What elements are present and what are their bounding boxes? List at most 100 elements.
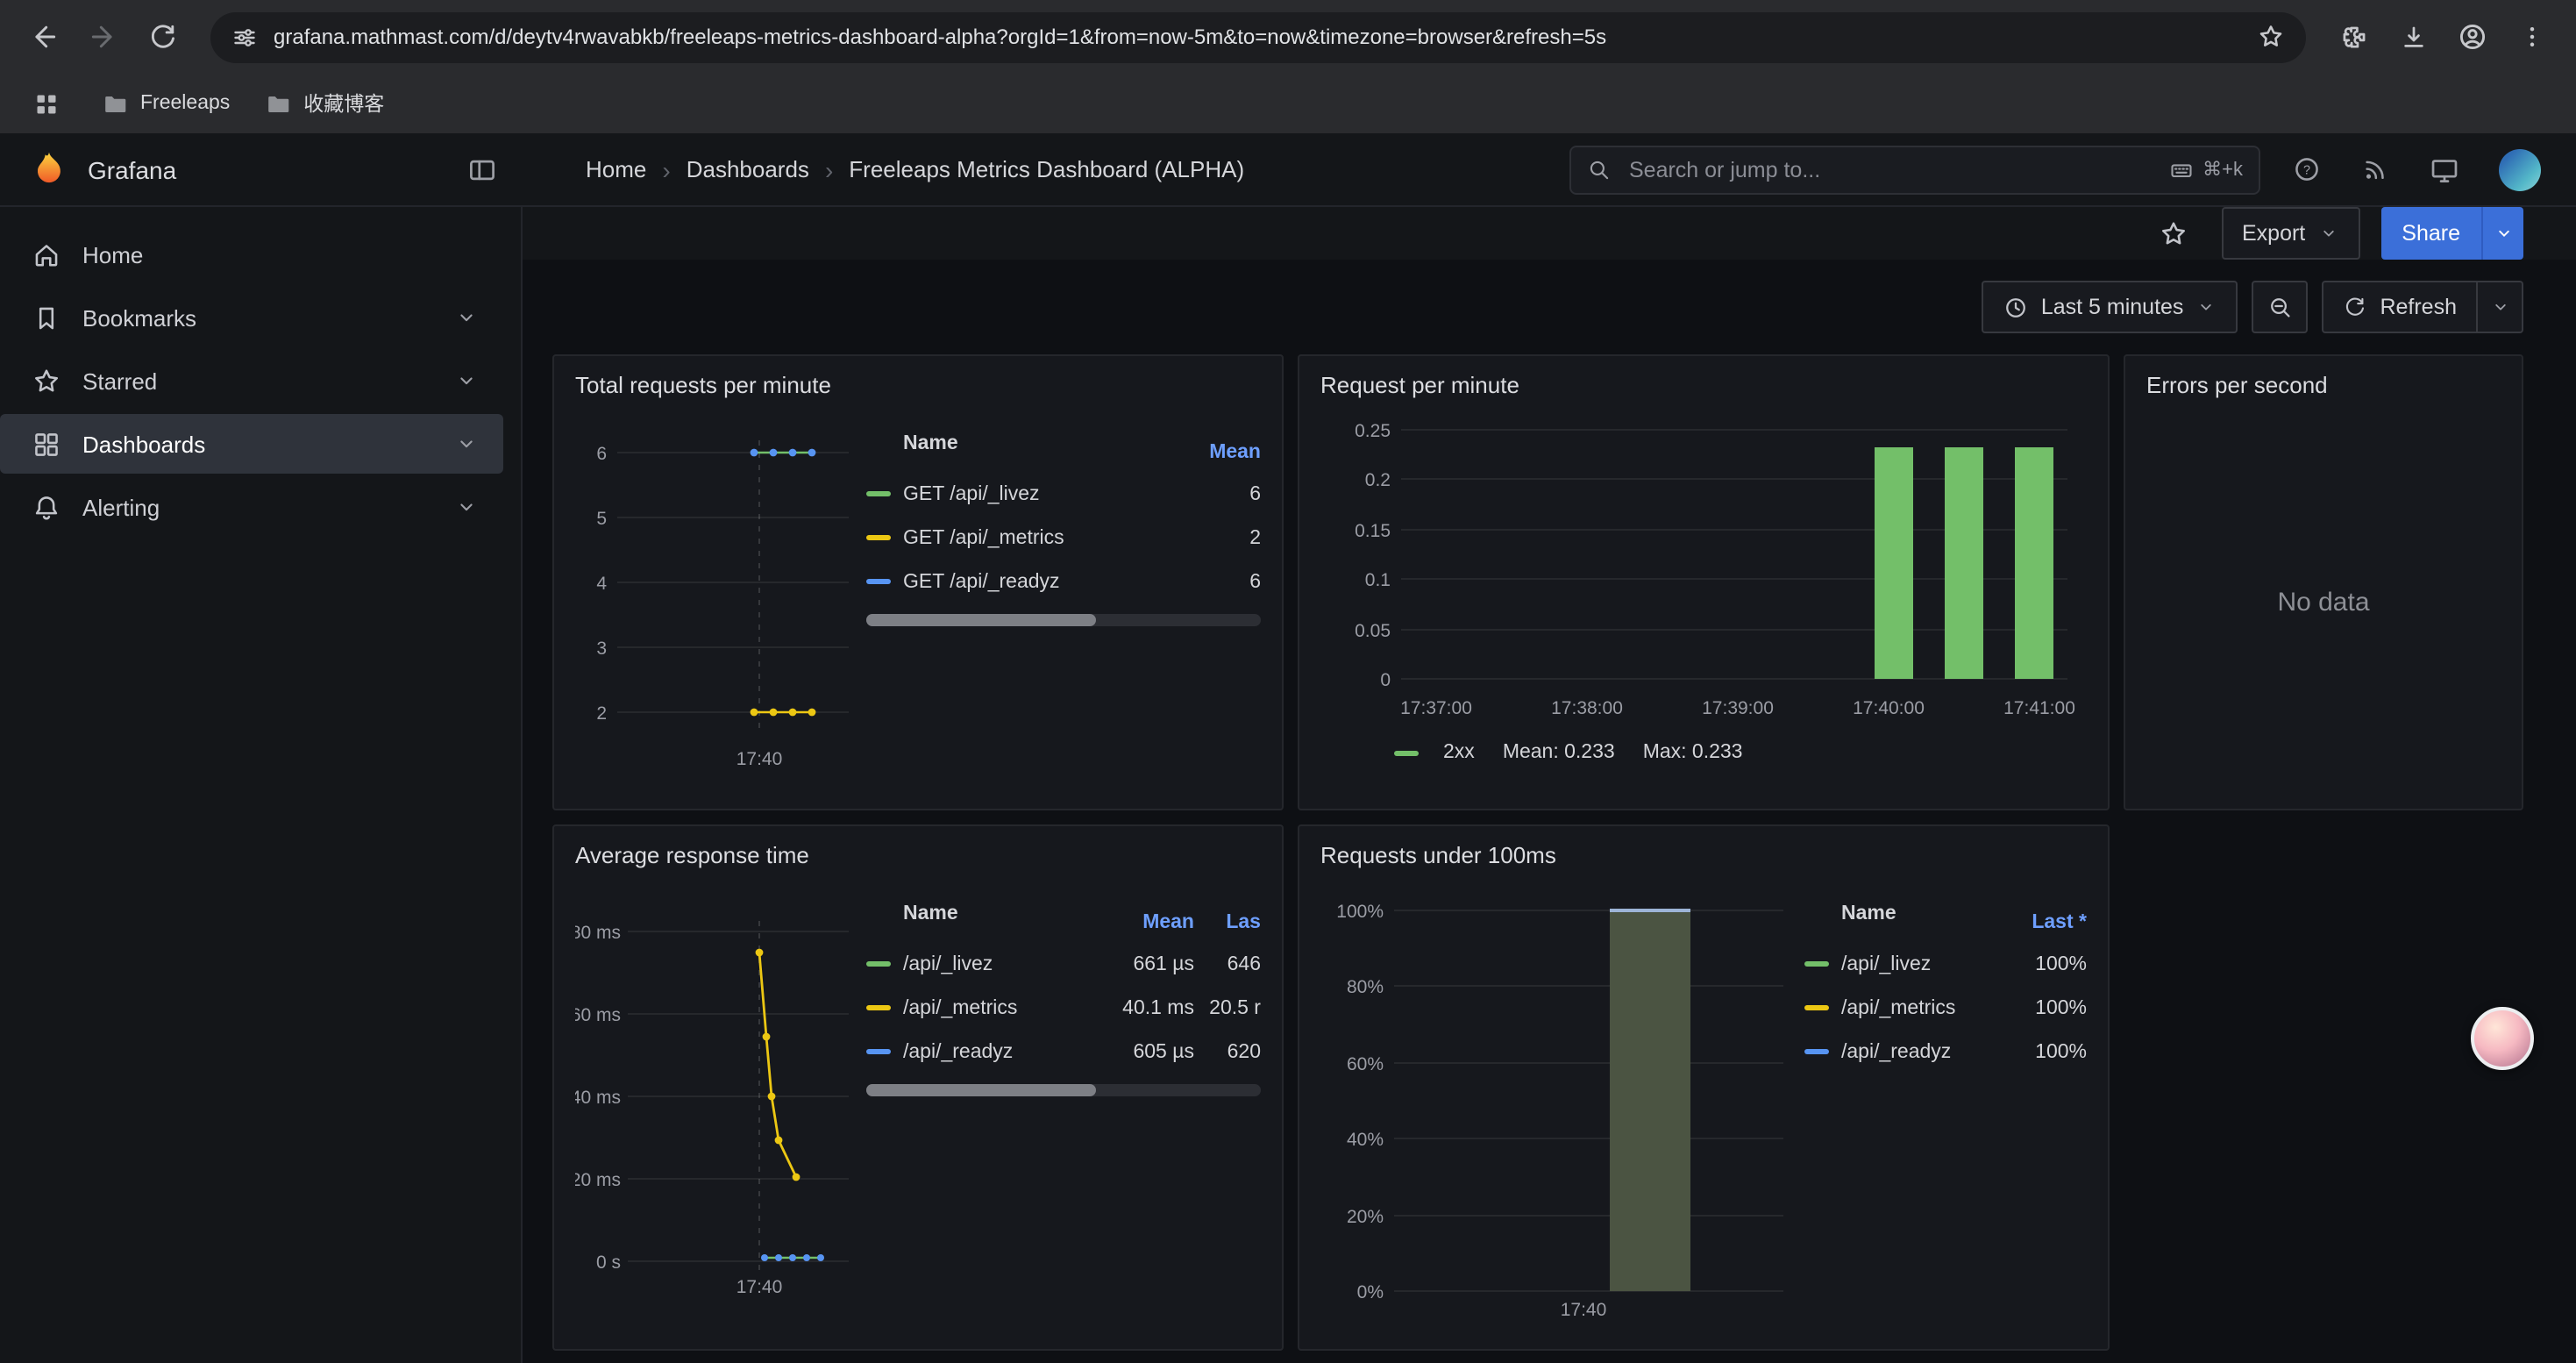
- profile-button[interactable]: [2446, 11, 2499, 63]
- legend-scrollbar[interactable]: [866, 1084, 1261, 1096]
- grafana-top-nav: Grafana Home › Dashboards › Freeleaps Me…: [0, 133, 2576, 207]
- dashboard-canvas: Last 5 minutes Refresh: [523, 260, 2576, 1363]
- panel-title[interactable]: Request per minute: [1320, 370, 2087, 402]
- sidebar-item-alerting[interactable]: Alerting: [0, 477, 503, 537]
- news-rss-icon[interactable]: [2360, 154, 2390, 184]
- series-color-green: [1394, 750, 1419, 755]
- chevron-down-icon[interactable]: [454, 305, 479, 330]
- series-name[interactable]: /api/_livez: [1841, 953, 2003, 974]
- legend-header-last[interactable]: Las: [1194, 912, 1261, 933]
- browser-toolbar: grafana.mathmast.com/d/deytv4rwavabkb/fr…: [0, 0, 2576, 74]
- legend-item-2xx[interactable]: 2xx: [1394, 742, 1475, 763]
- series-name[interactable]: /api/_metrics: [1841, 997, 2003, 1018]
- svg-text:0.15: 0.15: [1355, 521, 1391, 541]
- series-name[interactable]: /api/_metrics: [903, 997, 1096, 1018]
- series-last: 100%: [2003, 997, 2087, 1018]
- app-body: Home Bookmarks Starred Dashboards Alerti…: [0, 207, 2576, 1363]
- bookmark-label: 收藏博客: [303, 89, 384, 118]
- series-name[interactable]: GET /api/_livez: [903, 483, 1184, 504]
- refresh-interval-dropdown[interactable]: [2478, 281, 2523, 333]
- search-box[interactable]: ⌘+k: [1569, 145, 2260, 194]
- site-info-icon[interactable]: [231, 24, 258, 50]
- scrollbar-thumb[interactable]: [866, 1084, 1095, 1096]
- bookmark-star-icon[interactable]: [2257, 23, 2285, 51]
- kiosk-monitor-icon[interactable]: [2429, 153, 2460, 185]
- url-bar[interactable]: grafana.mathmast.com/d/deytv4rwavabkb/fr…: [210, 11, 2306, 62]
- reload-button[interactable]: [137, 11, 189, 63]
- search-input[interactable]: [1626, 155, 2155, 183]
- series-name[interactable]: /api/_readyz: [1841, 1041, 2003, 1062]
- legend-header-name[interactable]: Name: [903, 903, 1096, 942]
- breadcrumb-dashboards[interactable]: Dashboards: [687, 156, 809, 182]
- legend-header-mean[interactable]: Mean: [1184, 442, 1261, 463]
- grafana-nav-left: Grafana: [0, 148, 523, 190]
- series-last: 646: [1194, 953, 1261, 974]
- legend-header-name[interactable]: Name: [903, 433, 1184, 472]
- time-range-picker[interactable]: Last 5 minutes: [1982, 281, 2238, 333]
- sidebar-item-starred[interactable]: Starred: [0, 351, 503, 410]
- sidebar-item-label: Dashboards: [82, 431, 205, 457]
- svg-text:80%: 80%: [1347, 977, 1384, 997]
- grafana-logo[interactable]: [28, 148, 70, 190]
- keyboard-icon: [2169, 157, 2194, 182]
- share-button[interactable]: Share: [2380, 207, 2481, 260]
- legend-max: Max: 0.233: [1643, 742, 1743, 763]
- panel-title[interactable]: Requests under 100ms: [1320, 840, 2087, 872]
- extensions-button[interactable]: [2327, 11, 2380, 63]
- chevron-down-icon[interactable]: [454, 495, 479, 519]
- legend-header-last[interactable]: Last *: [2003, 912, 2087, 933]
- sidebar-item-bookmarks[interactable]: Bookmarks: [0, 288, 503, 347]
- series-color-blue: [866, 1049, 891, 1054]
- apps-grid-icon[interactable]: [25, 82, 67, 125]
- help-icon[interactable]: ?: [2292, 154, 2322, 184]
- legend-row: /api/_readyz 100%: [1804, 1030, 2087, 1074]
- bookmark-item-freeleaps[interactable]: Freeleaps: [102, 90, 230, 117]
- chevron-down-icon[interactable]: [454, 368, 479, 393]
- chevron-down-icon: [2493, 223, 2514, 244]
- menu-button[interactable]: [2506, 11, 2558, 63]
- series-name[interactable]: GET /api/_metrics: [903, 527, 1184, 548]
- user-avatar[interactable]: [2499, 148, 2541, 190]
- legend-table: Name Mean Las /api/_livez 661 µs 646: [866, 903, 1261, 1335]
- sidebar-toggle-icon[interactable]: [466, 153, 498, 185]
- floating-avatar-button[interactable]: [2471, 1007, 2534, 1070]
- legend-row: /api/_metrics 100%: [1804, 986, 2087, 1030]
- chevron-down-icon[interactable]: [454, 432, 479, 456]
- star-icon: [2159, 218, 2188, 248]
- panel-title[interactable]: Total requests per minute: [575, 370, 1261, 402]
- legend-scrollbar[interactable]: [866, 614, 1261, 626]
- svg-text:100%: 100%: [1336, 902, 1384, 922]
- sidebar-item-home[interactable]: Home: [0, 225, 503, 284]
- downloads-button[interactable]: [2387, 11, 2439, 63]
- sidebar: Home Bookmarks Starred Dashboards Alerti…: [0, 207, 523, 1363]
- series-mean: 661 µs: [1096, 953, 1194, 974]
- breadcrumb-current: Freeleaps Metrics Dashboard (ALPHA): [849, 156, 1244, 182]
- zoom-out-button[interactable]: [2252, 281, 2308, 333]
- legend-header-row: Name Last *: [1804, 903, 2087, 942]
- legend-header-mean[interactable]: Mean: [1096, 912, 1194, 933]
- export-label: Export: [2242, 221, 2305, 246]
- svg-text:?: ?: [2303, 163, 2310, 177]
- series-name[interactable]: GET /api/_readyz: [903, 571, 1184, 592]
- sidebar-item-dashboards[interactable]: Dashboards: [0, 414, 503, 474]
- svg-text:17:40: 17:40: [737, 1277, 783, 1297]
- refresh-button[interactable]: Refresh: [2322, 281, 2478, 333]
- chevron-down-icon: [2317, 223, 2338, 244]
- breadcrumb-home[interactable]: Home: [586, 156, 646, 182]
- scrollbar-thumb[interactable]: [866, 614, 1095, 626]
- svg-text:17:41:00: 17:41:00: [2003, 698, 2074, 718]
- legend-header-name[interactable]: Name: [1841, 903, 2003, 942]
- back-button[interactable]: [18, 11, 70, 63]
- bookmark-item-blogs[interactable]: 收藏博客: [265, 89, 384, 118]
- favorite-dashboard-button[interactable]: [2147, 207, 2200, 260]
- forward-button[interactable]: [77, 11, 130, 63]
- series-name[interactable]: /api/_readyz: [903, 1041, 1096, 1062]
- share-dropdown-button[interactable]: [2481, 207, 2523, 260]
- share-label: Share: [2402, 221, 2460, 246]
- panel-title[interactable]: Average response time: [575, 840, 1261, 872]
- url-text[interactable]: grafana.mathmast.com/d/deytv4rwavabkb/fr…: [274, 25, 2241, 49]
- svg-text:0.05: 0.05: [1355, 621, 1391, 641]
- series-name[interactable]: /api/_livez: [903, 953, 1096, 974]
- panel-title[interactable]: Errors per second: [2146, 370, 2501, 402]
- export-button[interactable]: Export: [2221, 207, 2359, 260]
